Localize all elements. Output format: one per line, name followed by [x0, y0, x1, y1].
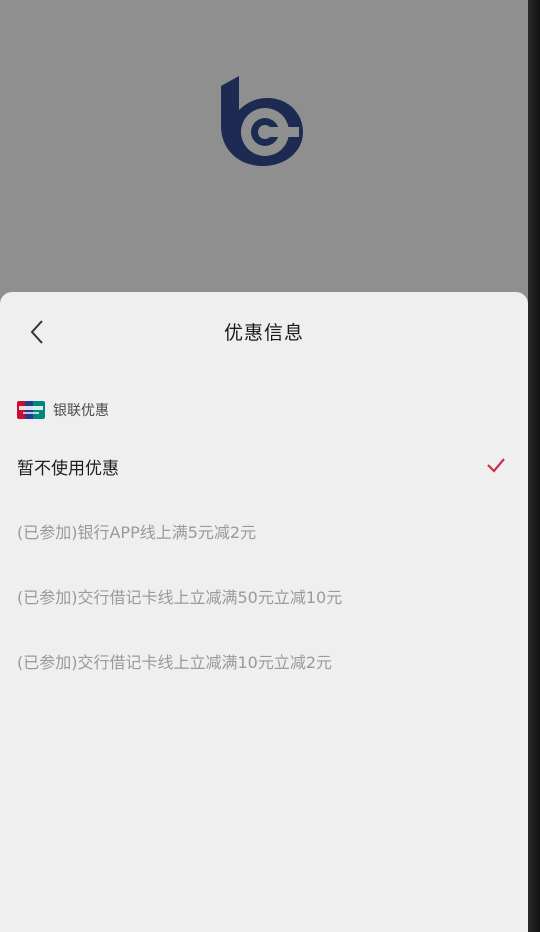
- screen: 优惠信息 银联优惠 暂不使用优惠 (已参加)银行APP线上满5元减2元 (已参加…: [0, 0, 528, 932]
- option-label: 暂不使用优惠: [17, 458, 119, 479]
- option-app-discount[interactable]: (已参加)银行APP线上满5元减2元: [0, 508, 528, 554]
- check-icon: [487, 458, 505, 473]
- option-label: (已参加)交行借记卡线上立减满50元立减10元: [17, 588, 343, 607]
- bank-logo-icon: [221, 76, 303, 166]
- unionpay-logo-icon: [17, 401, 45, 419]
- option-debit-discount-50[interactable]: (已参加)交行借记卡线上立减满50元立减10元: [0, 573, 528, 619]
- option-label: (已参加)银行APP线上满5元减2元: [17, 523, 257, 542]
- section-label: 银联优惠: [53, 403, 109, 419]
- device-edge: [528, 0, 540, 932]
- option-label: (已参加)交行借记卡线上立减满10元立减2元: [17, 653, 333, 672]
- page-title: 优惠信息: [223, 322, 304, 344]
- option-debit-discount-10[interactable]: (已参加)交行借记卡线上立减满10元立减2元: [0, 638, 528, 684]
- option-no-discount[interactable]: 暂不使用优惠: [0, 443, 528, 489]
- discount-sheet: 优惠信息 银联优惠 暂不使用优惠 (已参加)银行APP线上满5元减2元 (已参加…: [0, 292, 528, 932]
- section-header: 银联优惠: [17, 400, 109, 420]
